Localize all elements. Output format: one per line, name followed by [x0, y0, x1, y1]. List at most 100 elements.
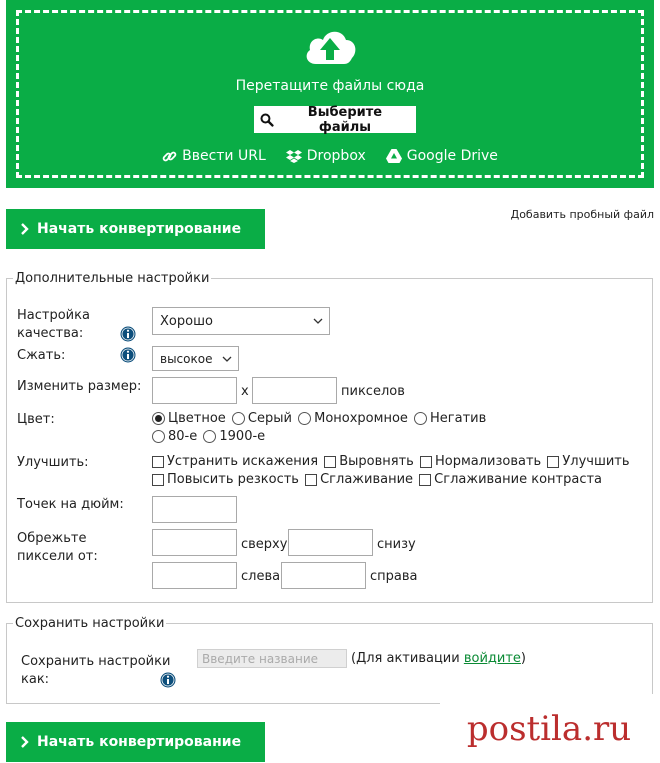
enhance-option-contrast-smoothing[interactable]: Сглаживание контраста	[419, 472, 602, 487]
resize-unit-label: пикселов	[341, 384, 405, 399]
checkbox[interactable]	[305, 473, 318, 486]
enhance-option-align[interactable]: Выровнять	[324, 454, 414, 469]
info-icon[interactable]	[120, 347, 136, 363]
checkbox[interactable]	[152, 473, 164, 486]
start-conversion-label: Начать конвертирование	[37, 221, 242, 237]
resize-label: Изменить размер:	[17, 379, 142, 394]
advanced-settings-legend: Дополнительные настройки	[15, 271, 210, 286]
radio-unchecked[interactable]	[203, 430, 217, 443]
quality-label: Настройка качества:	[17, 308, 90, 341]
checkbox[interactable]	[419, 455, 432, 468]
enter-url-label: Ввести URL	[182, 148, 266, 164]
preset-name-placeholder: Введите название	[202, 651, 319, 666]
crop-bottom-label: снизу	[377, 537, 416, 552]
color-option-label: Цветное	[168, 411, 226, 426]
crop-right-input[interactable]	[281, 562, 366, 589]
color-option-mono[interactable]: Монохромное	[298, 411, 408, 426]
checkbox[interactable]	[152, 455, 164, 468]
start-conversion-button-bottom[interactable]: Начать конвертирование	[6, 722, 265, 762]
checkbox[interactable]	[324, 455, 337, 468]
color-option-label: Негатив	[430, 411, 487, 426]
crop-left-input[interactable]	[152, 562, 237, 589]
cloud-upload-icon	[306, 31, 356, 64]
color-option-gray[interactable]: Серый	[231, 411, 292, 426]
choose-files-button[interactable]: Выберите файлы	[254, 104, 416, 135]
compress-value: высокое	[160, 351, 213, 366]
color-option-color[interactable]: Цветное	[152, 411, 226, 426]
chevron-right-icon	[21, 223, 29, 235]
login-link[interactable]: войдите	[464, 651, 521, 666]
enhance-option-label: Выровнять	[339, 454, 414, 469]
radio-unchecked[interactable]	[298, 412, 312, 425]
compress-label: Сжать:	[17, 348, 66, 363]
color-option-label: 1900-е	[219, 429, 266, 444]
crop-left-label: слева	[241, 569, 281, 584]
enhance-option-label: Повысить резкость	[167, 472, 299, 487]
link-icon	[162, 151, 177, 161]
enhance-label: Улучшить:	[17, 455, 89, 470]
choose-files-label: Выберите файлы	[307, 104, 383, 135]
crop-top-input[interactable]	[152, 529, 237, 556]
crop-top-label: сверху	[241, 537, 288, 552]
crop-bottom-input[interactable]	[288, 529, 373, 556]
radio-unchecked[interactable]	[152, 430, 165, 443]
watermark-logo: postila.ru	[440, 694, 658, 763]
chevron-down-icon	[313, 318, 323, 324]
resize-separator: x	[241, 384, 249, 399]
enhance-options-row-2: Повысить резкость Сглаживание Сглаживани…	[152, 472, 604, 490]
search-icon	[260, 113, 274, 127]
preset-name-input[interactable]: Введите название	[197, 649, 347, 668]
enhance-option-enhance[interactable]: Улучшить	[547, 454, 630, 469]
enhance-option-label: Сглаживание контраста	[434, 472, 603, 487]
color-label: Цвет:	[17, 412, 55, 427]
watermark-text: postila.ru	[466, 708, 632, 749]
radio-checked[interactable]	[152, 412, 165, 425]
file-drop-zone[interactable]: Перетащите файлы сюда Выберите файлы Вве…	[6, 0, 654, 188]
compress-select[interactable]: высокое	[152, 346, 239, 371]
color-option-label: Монохромное	[314, 411, 408, 426]
drop-files-text: Перетащите файлы сюда	[235, 78, 425, 94]
enhance-option-label: Нормализовать	[434, 454, 542, 469]
color-options-row-2: 80-е 1900-е	[152, 429, 267, 447]
dpi-input[interactable]	[152, 496, 237, 523]
add-sample-file-link[interactable]: Добавить пробный файл	[511, 208, 654, 221]
resize-height-input[interactable]	[252, 377, 337, 404]
color-options-row-1: Цветное Серый Монохромное Негатив	[152, 411, 488, 429]
upload-source-links: Ввести URL Dropbox Google Drive	[6, 148, 654, 164]
enhance-options-row-1: Устранить искажения Выровнять Нормализов…	[152, 454, 632, 472]
quality-value: Хорошо	[160, 313, 213, 329]
save-settings-legend: Сохранить настройки	[15, 616, 165, 631]
start-conversion-button[interactable]: Начать конвертирование	[6, 209, 265, 249]
quality-select[interactable]: Хорошо	[152, 307, 330, 335]
checkbox[interactable]	[419, 473, 432, 486]
google-drive-link[interactable]: Google Drive	[385, 148, 498, 164]
radio-unchecked[interactable]	[231, 412, 245, 425]
chevron-down-icon	[222, 356, 232, 362]
color-option-1900s[interactable]: 1900-е	[203, 429, 265, 444]
enhance-option-label: Устранить искажения	[167, 454, 319, 469]
save-settings-label: Сохранить настройки как:	[21, 654, 171, 687]
crop-label: Обрежьте пиксели от:	[17, 531, 98, 564]
resize-width-input[interactable]	[152, 377, 237, 404]
chevron-right-icon	[21, 736, 29, 748]
enhance-option-label: Сглаживание	[320, 472, 414, 487]
enhance-option-sharpen[interactable]: Повысить резкость	[152, 472, 299, 487]
color-option-negative[interactable]: Негатив	[414, 411, 486, 426]
dropbox-link[interactable]: Dropbox	[285, 148, 366, 164]
color-option-80s[interactable]: 80-е	[152, 429, 197, 444]
enhance-option-normalize[interactable]: Нормализовать	[419, 454, 542, 469]
info-icon[interactable]	[160, 672, 176, 688]
color-option-label: 80-е	[168, 429, 198, 444]
checkbox[interactable]	[547, 455, 560, 468]
enhance-option-label: Улучшить	[562, 454, 630, 469]
radio-unchecked[interactable]	[414, 412, 428, 425]
activation-note: (Для активации войдите)	[351, 650, 526, 668]
google-drive-label: Google Drive	[406, 148, 498, 164]
crop-right-label: справа	[370, 569, 418, 584]
google-drive-icon	[385, 149, 402, 163]
info-icon[interactable]	[120, 326, 136, 342]
dpi-label: Точек на дюйм:	[17, 497, 124, 512]
enhance-option-despeckle[interactable]: Устранить искажения	[152, 454, 318, 469]
enter-url-link[interactable]: Ввести URL	[162, 148, 266, 164]
enhance-option-antialias[interactable]: Сглаживание	[305, 472, 413, 487]
